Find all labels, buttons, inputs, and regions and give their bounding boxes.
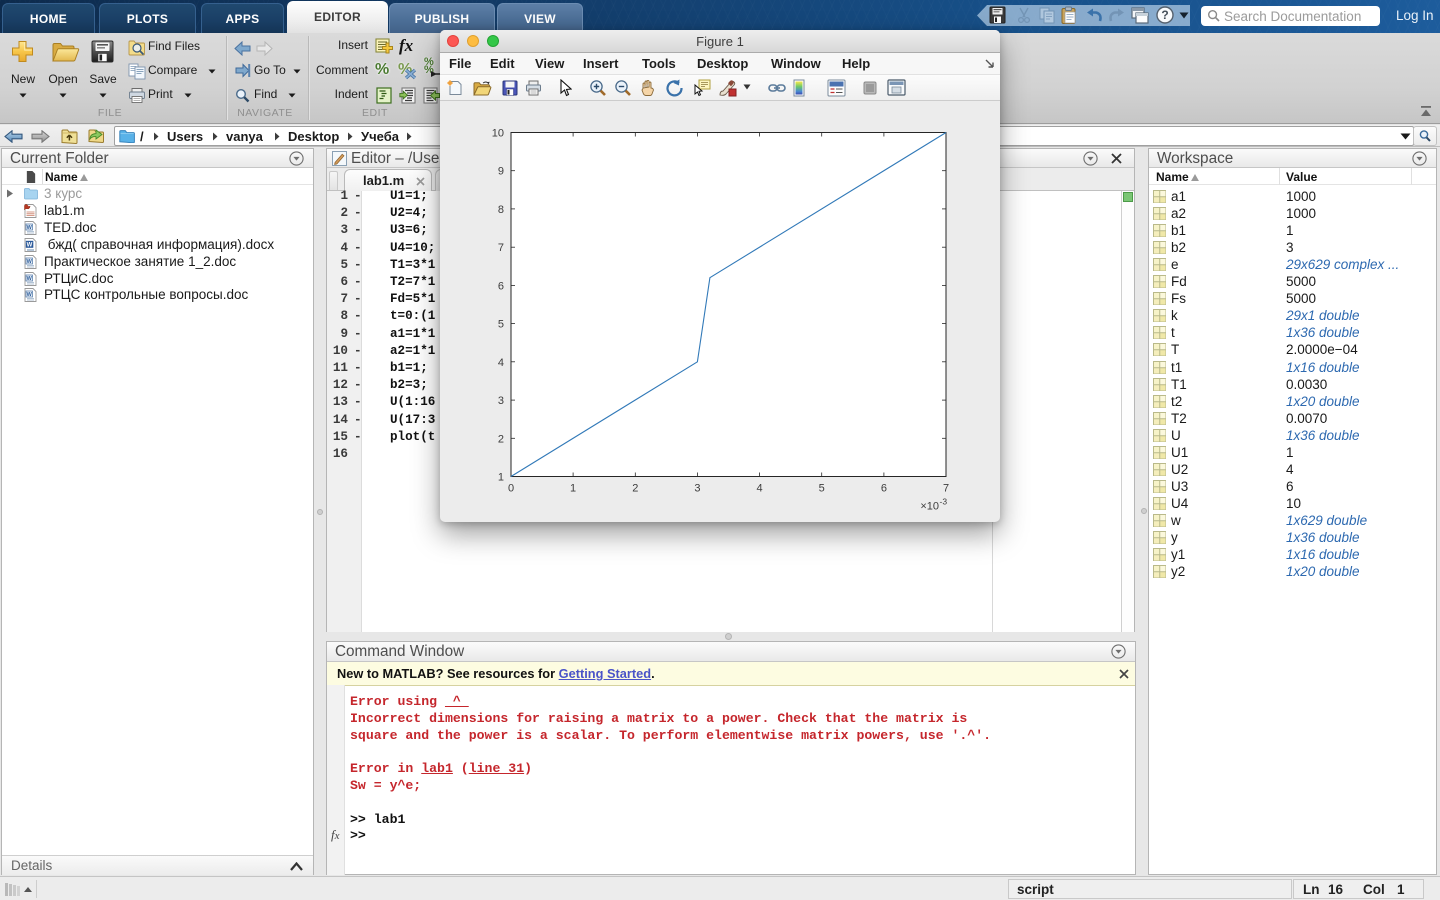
svg-text:5: 5: [498, 319, 504, 331]
svg-text:W: W: [27, 275, 33, 281]
svg-text:2: 2: [632, 483, 638, 495]
svg-text:7: 7: [498, 242, 504, 254]
svg-text:8: 8: [498, 204, 504, 216]
svg-text:3: 3: [498, 395, 504, 407]
svg-text:5: 5: [819, 483, 825, 495]
svg-text:×10: ×10: [920, 501, 939, 513]
svg-text:6: 6: [881, 483, 887, 495]
svg-text:7: 7: [943, 483, 949, 495]
svg-text:-3: -3: [940, 497, 948, 507]
svg-text:9: 9: [498, 166, 504, 178]
svg-text:1: 1: [498, 472, 504, 484]
svg-text:2: 2: [498, 433, 504, 445]
svg-text:W: W: [27, 225, 33, 231]
svg-text:3: 3: [694, 483, 700, 495]
svg-text:4: 4: [498, 357, 504, 369]
svg-text:1: 1: [570, 483, 576, 495]
svg-text:4: 4: [757, 483, 763, 495]
svg-text:0: 0: [508, 483, 514, 495]
svg-text:6: 6: [498, 280, 504, 292]
svg-text:10: 10: [492, 128, 504, 140]
svg-text:?: ?: [1161, 8, 1168, 22]
svg-text:W: W: [27, 242, 33, 248]
svg-text:W: W: [27, 292, 33, 298]
svg-text:W: W: [27, 258, 33, 264]
